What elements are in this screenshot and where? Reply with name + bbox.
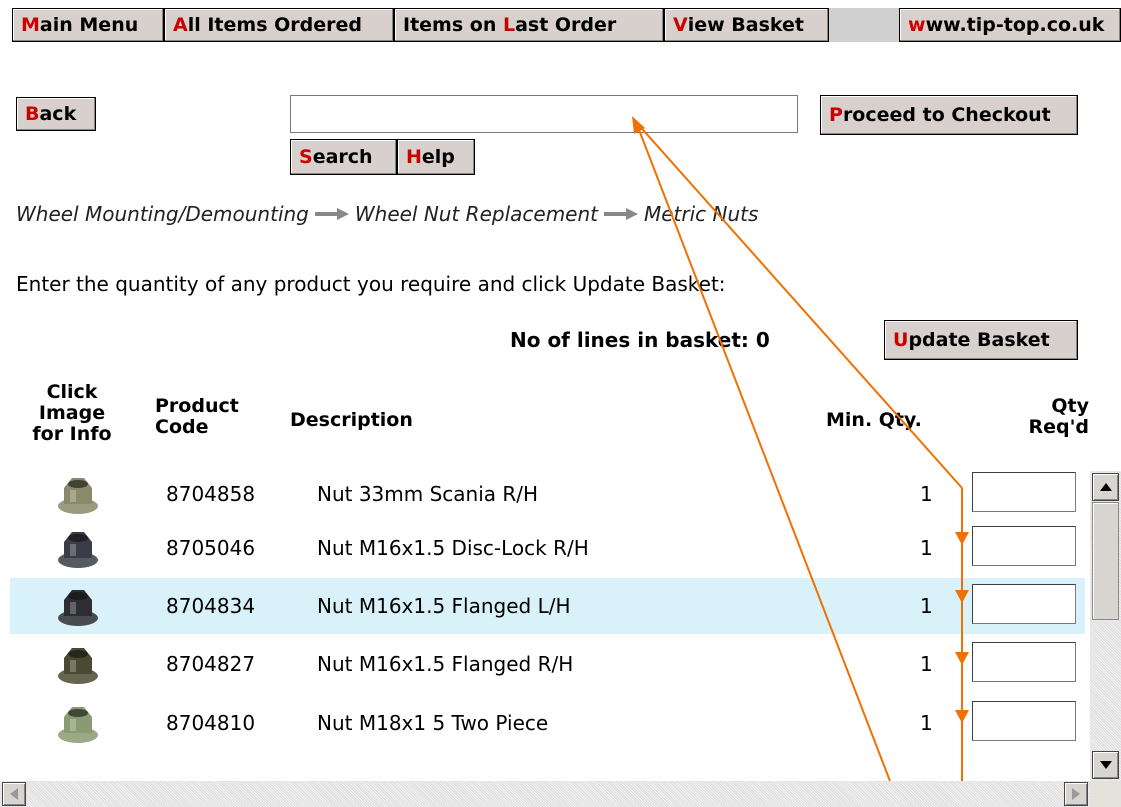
horizontal-scrollbar-track[interactable] [0, 781, 1090, 807]
help-button[interactable]: Help [397, 139, 475, 175]
button-label: elp [421, 145, 455, 168]
hotkey: H [406, 145, 422, 168]
scroll-down-button[interactable] [1092, 751, 1119, 779]
scroll-left-button[interactable] [2, 782, 26, 806]
scroll-up-button[interactable] [1092, 473, 1119, 501]
table-row: 8704810 Nut M18x1 5 Two Piece 1 [10, 695, 1085, 751]
breadcrumb-item[interactable]: Wheel Mounting/Demounting [16, 202, 309, 226]
product-code: 8705046 [166, 536, 256, 560]
product-image-icon[interactable] [54, 582, 102, 630]
header-min-qty: Min. Qty. [826, 409, 922, 431]
nav-spacer [829, 8, 899, 42]
product-image-icon[interactable] [54, 640, 102, 688]
qty-required-input[interactable] [972, 642, 1076, 682]
table-row: 8704858 Nut 33mm Scania R/H 1 [10, 466, 1085, 522]
hotkey: U [893, 328, 909, 351]
hotkey: L [502, 13, 516, 36]
breadcrumb: Wheel Mounting/Demounting Wheel Nut Repl… [16, 202, 758, 226]
min-qty-value: 1 [920, 536, 933, 560]
arrow-right-icon [314, 208, 349, 220]
triangle-down-icon [1099, 761, 1112, 769]
header-product-code: Product Code [155, 395, 239, 438]
button-label: ast Order [515, 13, 617, 36]
hotkey: B [25, 102, 40, 125]
button-label: Items on [403, 13, 497, 36]
product-description: Nut M16x1.5 Flanged L/H [317, 594, 571, 618]
all-items-ordered-button[interactable]: All Items Ordered [164, 8, 394, 42]
product-code: 8704827 [166, 652, 256, 676]
scrollbar-corner [1090, 781, 1121, 807]
hotkey: M [21, 13, 40, 36]
qty-required-input[interactable] [972, 701, 1076, 741]
items-on-last-order-button[interactable]: Items on Last Order [394, 8, 664, 42]
header-click-image: Click Image for Info [32, 381, 112, 445]
table-row: 8704834 Nut M16x1.5 Flanged L/H 1 [10, 578, 1085, 634]
breadcrumb-item: Metric Nuts [644, 202, 759, 226]
product-code: 8704834 [166, 594, 256, 618]
view-basket-button[interactable]: View Basket [664, 8, 829, 42]
update-basket-button[interactable]: Update Basket [884, 320, 1078, 360]
search-button[interactable]: Search [290, 139, 397, 175]
product-image-icon[interactable] [54, 699, 102, 747]
product-image-icon[interactable] [54, 524, 102, 572]
product-description: Nut M16x1.5 Flanged R/H [317, 652, 574, 676]
instruction-text: Enter the quantity of any product you re… [16, 272, 726, 296]
hotkey: S [299, 145, 313, 168]
hotkey: A [173, 13, 188, 36]
arrow-right-icon [604, 208, 638, 220]
header-description: Description [290, 409, 413, 431]
proceed-to-checkout-button[interactable]: Proceed to Checkout [820, 95, 1078, 135]
min-qty-value: 1 [920, 482, 933, 506]
breadcrumb-item[interactable]: Wheel Nut Replacement [355, 202, 598, 226]
qty-required-input[interactable] [972, 472, 1076, 512]
button-label: ain Menu [39, 13, 139, 36]
product-description: Nut 33mm Scania R/H [317, 482, 539, 506]
button-label: ack [39, 102, 77, 125]
triangle-right-icon [1072, 788, 1080, 800]
product-description: Nut M18x1 5 Two Piece [317, 711, 549, 735]
button-label: pdate Basket [908, 328, 1050, 351]
product-description: Nut M16x1.5 Disc-Lock R/H [317, 536, 589, 560]
min-qty-value: 1 [920, 652, 933, 676]
product-code: 8704858 [166, 482, 256, 506]
scroll-right-button[interactable] [1064, 782, 1088, 806]
button-label: ww.tip-top.co.uk [925, 13, 1105, 36]
basket-line-count: No of lines in basket: 0 [510, 328, 770, 352]
button-label: iew Basket [687, 13, 804, 36]
main-menu-button[interactable]: Main Menu [12, 8, 164, 42]
hotkey: P [829, 103, 843, 126]
back-button[interactable]: Back [16, 97, 96, 131]
header-qty-reqd: Qty Req'd [1028, 395, 1089, 438]
min-qty-value: 1 [920, 594, 933, 618]
triangle-up-icon [1099, 483, 1112, 491]
hotkey: w [908, 13, 926, 36]
button-label: roceed to Checkout [842, 103, 1051, 126]
qty-required-input[interactable] [972, 526, 1076, 566]
button-label: earch [312, 145, 373, 168]
min-qty-value: 1 [920, 711, 933, 735]
search-input[interactable] [290, 95, 798, 133]
site-link-button[interactable]: w ww.tip-top.co.uk [899, 8, 1121, 42]
qty-required-input[interactable] [972, 584, 1076, 624]
button-label: ll Items Ordered [187, 13, 362, 36]
product-code: 8704810 [166, 711, 256, 735]
product-image-icon[interactable] [54, 470, 102, 518]
table-row: 8704827 Nut M16x1.5 Flanged R/H 1 [10, 636, 1085, 692]
triangle-left-icon [10, 788, 18, 800]
hotkey: V [673, 13, 688, 36]
vertical-scrollbar-thumb[interactable] [1092, 502, 1119, 620]
table-row: 8705046 Nut M16x1.5 Disc-Lock R/H 1 [10, 520, 1085, 576]
